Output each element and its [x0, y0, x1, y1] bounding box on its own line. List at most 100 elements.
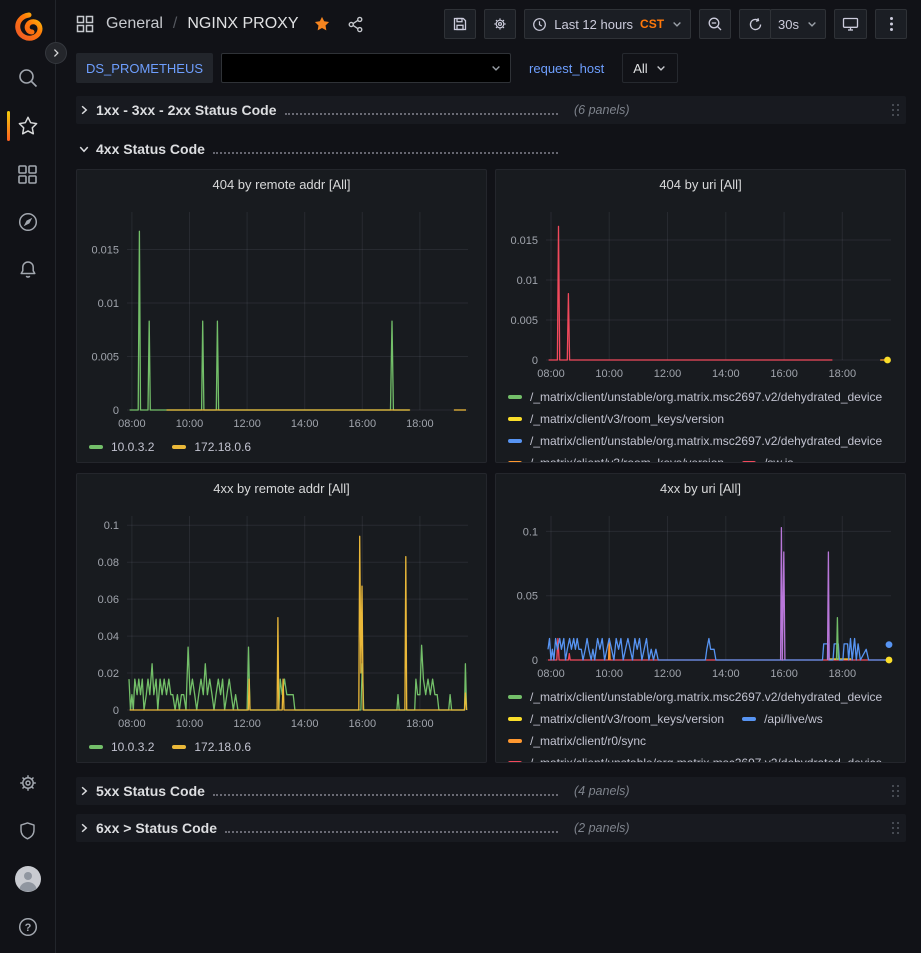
- legend-swatch: [172, 745, 186, 749]
- legend-item[interactable]: /_matrix/client/v3/room_keys/version: [508, 711, 724, 727]
- kebab-menu-button[interactable]: [875, 9, 907, 39]
- refresh-group: 30s: [739, 9, 826, 39]
- chart-404-by-remote-addr[interactable]: 00.0050.010.01508:0010:0012:0014:0016:00…: [85, 198, 478, 436]
- row-drag-handle[interactable]: [891, 784, 902, 798]
- svg-text:?: ?: [24, 922, 31, 934]
- row-header-6xx[interactable]: 6xx > Status Code (2 panels): [76, 814, 906, 842]
- variable-value-ds-prometheus-dropdown[interactable]: [221, 53, 511, 83]
- svg-text:0.04: 0.04: [98, 631, 119, 643]
- legend-item[interactable]: /_matrix/client/unstable/org.matrix.msc2…: [508, 755, 882, 763]
- svg-text:0.1: 0.1: [104, 520, 119, 532]
- legend-label: /_matrix/client/unstable/org.matrix.msc2…: [530, 390, 882, 404]
- svg-text:14:00: 14:00: [291, 718, 319, 730]
- variable-value-request-host-dropdown[interactable]: All: [622, 53, 677, 83]
- sidebar-item-dashboards[interactable]: [0, 150, 56, 198]
- legend-item[interactable]: /_matrix/client/v3/room_keys/version: [508, 411, 724, 427]
- sidebar-item-search[interactable]: [0, 54, 56, 102]
- chart-404-by-uri[interactable]: 00.0050.010.01508:0010:0012:0014:0016:00…: [504, 198, 901, 386]
- legend-swatch: [508, 439, 522, 443]
- refresh-button[interactable]: [739, 9, 771, 39]
- legend-item[interactable]: /_matrix/client/unstable/org.matrix.msc2…: [508, 389, 882, 405]
- time-range-picker[interactable]: Last 12 hours CST: [524, 9, 691, 39]
- dashboard-settings-button[interactable]: [484, 9, 516, 39]
- svg-text:0.05: 0.05: [517, 591, 538, 603]
- row-drag-handle[interactable]: [891, 821, 902, 835]
- legend-item[interactable]: /sw.js: [742, 455, 793, 463]
- legend-label: /_matrix/client/unstable/org.matrix.msc2…: [530, 690, 882, 704]
- refresh-interval-picker[interactable]: 30s: [770, 9, 826, 39]
- row-title: 6xx > Status Code: [96, 820, 217, 836]
- sidebar-item-starred[interactable]: [0, 102, 56, 150]
- breadcrumb-divider: /: [173, 15, 177, 33]
- favorite-star-icon: [313, 15, 331, 33]
- legend-item[interactable]: /_matrix/client/unstable/org.matrix.msc2…: [508, 689, 882, 705]
- sidebar-item-explore[interactable]: [0, 198, 56, 246]
- legend-label: /_matrix/client/unstable/org.matrix.msc2…: [530, 434, 882, 448]
- svg-text:12:00: 12:00: [654, 668, 682, 680]
- sidebar-item-alerting[interactable]: [0, 246, 56, 294]
- zoom-out-button[interactable]: [699, 9, 731, 39]
- legend-label: 172.18.0.6: [194, 440, 251, 454]
- svg-text:0: 0: [113, 705, 119, 717]
- sidebar-item-settings[interactable]: [0, 759, 56, 807]
- legend-item[interactable]: /_matrix/client/unstable/org.matrix.msc2…: [508, 433, 882, 449]
- save-dashboard-button[interactable]: [444, 9, 476, 39]
- row-header-4xx[interactable]: 4xx Status Code: [76, 135, 906, 163]
- svg-text:12:00: 12:00: [233, 418, 261, 430]
- breadcrumb-folder[interactable]: General: [106, 15, 163, 33]
- legend-item[interactable]: 172.18.0.6: [172, 439, 251, 455]
- legend-swatch: [742, 461, 756, 463]
- svg-text:10:00: 10:00: [176, 418, 204, 430]
- tv-icon: [842, 16, 859, 32]
- sidebar-expand-button[interactable]: [45, 42, 67, 64]
- row-panel-count: (6 panels): [574, 103, 630, 117]
- row-title: 5xx Status Code: [96, 783, 205, 799]
- variable-label-request-host[interactable]: request_host: [519, 53, 614, 83]
- chevron-down-icon: [490, 62, 502, 74]
- chart-4xx-by-uri[interactable]: 00.050.108:0010:0012:0014:0016:0018:00: [504, 502, 901, 686]
- legend-label: /_matrix/client/v3/room_keys/version: [530, 412, 724, 426]
- variable-label-ds-prometheus[interactable]: DS_PROMETHEUS: [76, 53, 213, 83]
- legend-item[interactable]: /_matrix/client/v3/room_keys/version: [508, 455, 724, 463]
- zoom-out-icon: [707, 16, 723, 32]
- legend-item[interactable]: /_matrix/client/r0/sync: [508, 733, 646, 749]
- kebab-menu-icon: [889, 16, 894, 32]
- breadcrumb-dashboard-title[interactable]: NGINX PROXY: [187, 15, 298, 33]
- timezone-label: CST: [640, 17, 664, 31]
- legend-item[interactable]: 10.0.3.2: [89, 439, 154, 455]
- panel-title[interactable]: 4xx by uri [All]: [504, 476, 897, 502]
- sidebar-item-server-admin[interactable]: [0, 807, 56, 855]
- share-button[interactable]: [347, 16, 364, 33]
- svg-text:10:00: 10:00: [595, 368, 623, 380]
- panel-title[interactable]: 404 by remote addr [All]: [85, 172, 478, 198]
- svg-text:10:00: 10:00: [176, 718, 204, 730]
- svg-text:08:00: 08:00: [537, 668, 565, 680]
- sidebar-item-help[interactable]: ?: [0, 903, 56, 951]
- variable-value-text: All: [633, 61, 647, 76]
- legend-item[interactable]: /api/live/ws: [742, 711, 823, 727]
- svg-text:18:00: 18:00: [406, 418, 434, 430]
- svg-text:08:00: 08:00: [118, 418, 146, 430]
- row-header-1xx-3xx-2xx[interactable]: 1xx - 3xx - 2xx Status Code (6 panels): [76, 96, 906, 124]
- save-icon: [452, 16, 468, 32]
- legend-swatch: [508, 739, 522, 743]
- row-drag-handle[interactable]: [891, 103, 902, 117]
- sidebar: ?: [0, 0, 56, 953]
- explore-compass-icon: [17, 211, 39, 233]
- apps-grid-icon: [76, 15, 94, 33]
- chart-4xx-by-remote-addr[interactable]: 00.020.040.060.080.108:0010:0012:0014:00…: [85, 502, 478, 736]
- row-header-5xx[interactable]: 5xx Status Code (4 panels): [76, 777, 906, 805]
- legend-item[interactable]: 172.18.0.6: [172, 739, 251, 755]
- legend-item[interactable]: 10.0.3.2: [89, 739, 154, 755]
- panel-title[interactable]: 4xx by remote addr [All]: [85, 476, 478, 502]
- svg-text:12:00: 12:00: [233, 718, 261, 730]
- cycle-view-mode-button[interactable]: [834, 9, 867, 39]
- svg-text:18:00: 18:00: [829, 368, 857, 380]
- favorite-star-button[interactable]: [313, 15, 331, 33]
- legend-label: 10.0.3.2: [111, 740, 154, 754]
- search-icon: [17, 67, 39, 89]
- dashboard-variables-bar: DS_PROMETHEUS request_host All: [56, 48, 921, 88]
- svg-text:0.015: 0.015: [91, 245, 119, 257]
- panel-title[interactable]: 404 by uri [All]: [504, 172, 897, 198]
- sidebar-item-profile[interactable]: [0, 855, 56, 903]
